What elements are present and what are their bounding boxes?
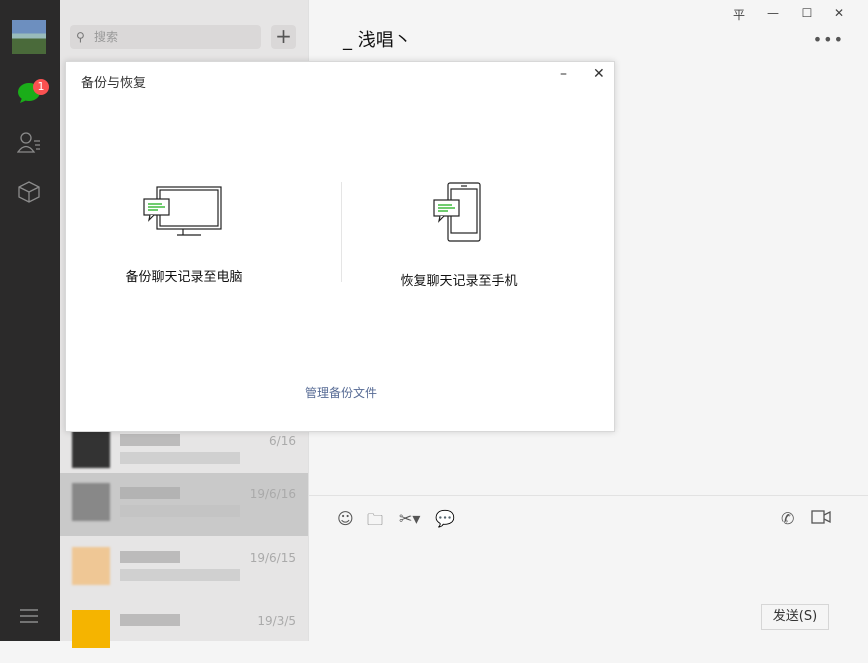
divider: [309, 495, 868, 496]
chat-title: _ 浅唱丶: [343, 30, 412, 51]
emoji-icon[interactable]: ☺: [337, 509, 354, 528]
close-button[interactable]: ✕: [829, 6, 849, 20]
list-item[interactable]: 19/6/16: [60, 473, 308, 536]
search-placeholder: 搜索: [94, 30, 119, 44]
maximize-button[interactable]: ☐: [797, 6, 817, 20]
more-icon[interactable]: •••: [813, 30, 844, 49]
phone-icon[interactable]: ✆: [781, 509, 794, 528]
item-time: 6/16: [269, 434, 296, 448]
sidebar: 1: [0, 0, 60, 641]
dialog-minimize-button[interactable]: –: [560, 66, 567, 82]
manage-backup-link[interactable]: 管理备份文件: [66, 384, 616, 401]
pin-button[interactable]: 平: [729, 6, 749, 23]
screenshot-icon[interactable]: ✂▾: [399, 509, 420, 528]
search-icon: ⚲: [76, 30, 85, 44]
search-input[interactable]: ⚲ 搜索: [70, 25, 261, 49]
backup-to-pc-option[interactable]: 备份聊天记录至电脑: [84, 182, 284, 285]
dialog-title: 备份与恢复: [81, 76, 147, 91]
item-time: 19/3/5: [257, 614, 296, 628]
phone-icon: [433, 182, 481, 242]
user-avatar[interactable]: [12, 20, 46, 54]
minimize-button[interactable]: —: [763, 6, 783, 20]
unread-badge: 1: [33, 79, 49, 95]
computer-icon: [143, 186, 222, 236]
folder-icon[interactable]: 🗀: [367, 509, 383, 536]
backup-restore-dialog: 备份与恢复 – ✕ 备份聊天记录至电脑 恢复聊天记录至手机 管理备份文件: [65, 61, 615, 432]
item-time: 19/6/15: [249, 551, 296, 565]
restore-to-phone-option[interactable]: 恢复聊天记录至手机: [359, 182, 559, 289]
separator: [341, 182, 342, 282]
restore-label: 恢复聊天记录至手机: [400, 274, 518, 289]
chat-history-icon[interactable]: 💬: [435, 509, 455, 528]
item-time: 19/6/16: [249, 487, 296, 501]
menu-icon[interactable]: [16, 603, 42, 629]
send-button[interactable]: 发送(S): [761, 604, 829, 630]
list-item[interactable]: 19/6/15: [60, 537, 308, 600]
video-icon[interactable]: [811, 509, 831, 528]
add-button[interactable]: +: [271, 25, 296, 49]
favorites-icon[interactable]: [16, 179, 42, 205]
backup-label: 备份聊天记录至电脑: [125, 270, 243, 285]
dialog-close-button[interactable]: ✕: [593, 66, 605, 82]
contacts-icon[interactable]: [16, 129, 42, 155]
list-item[interactable]: 19/3/5: [60, 600, 308, 663]
